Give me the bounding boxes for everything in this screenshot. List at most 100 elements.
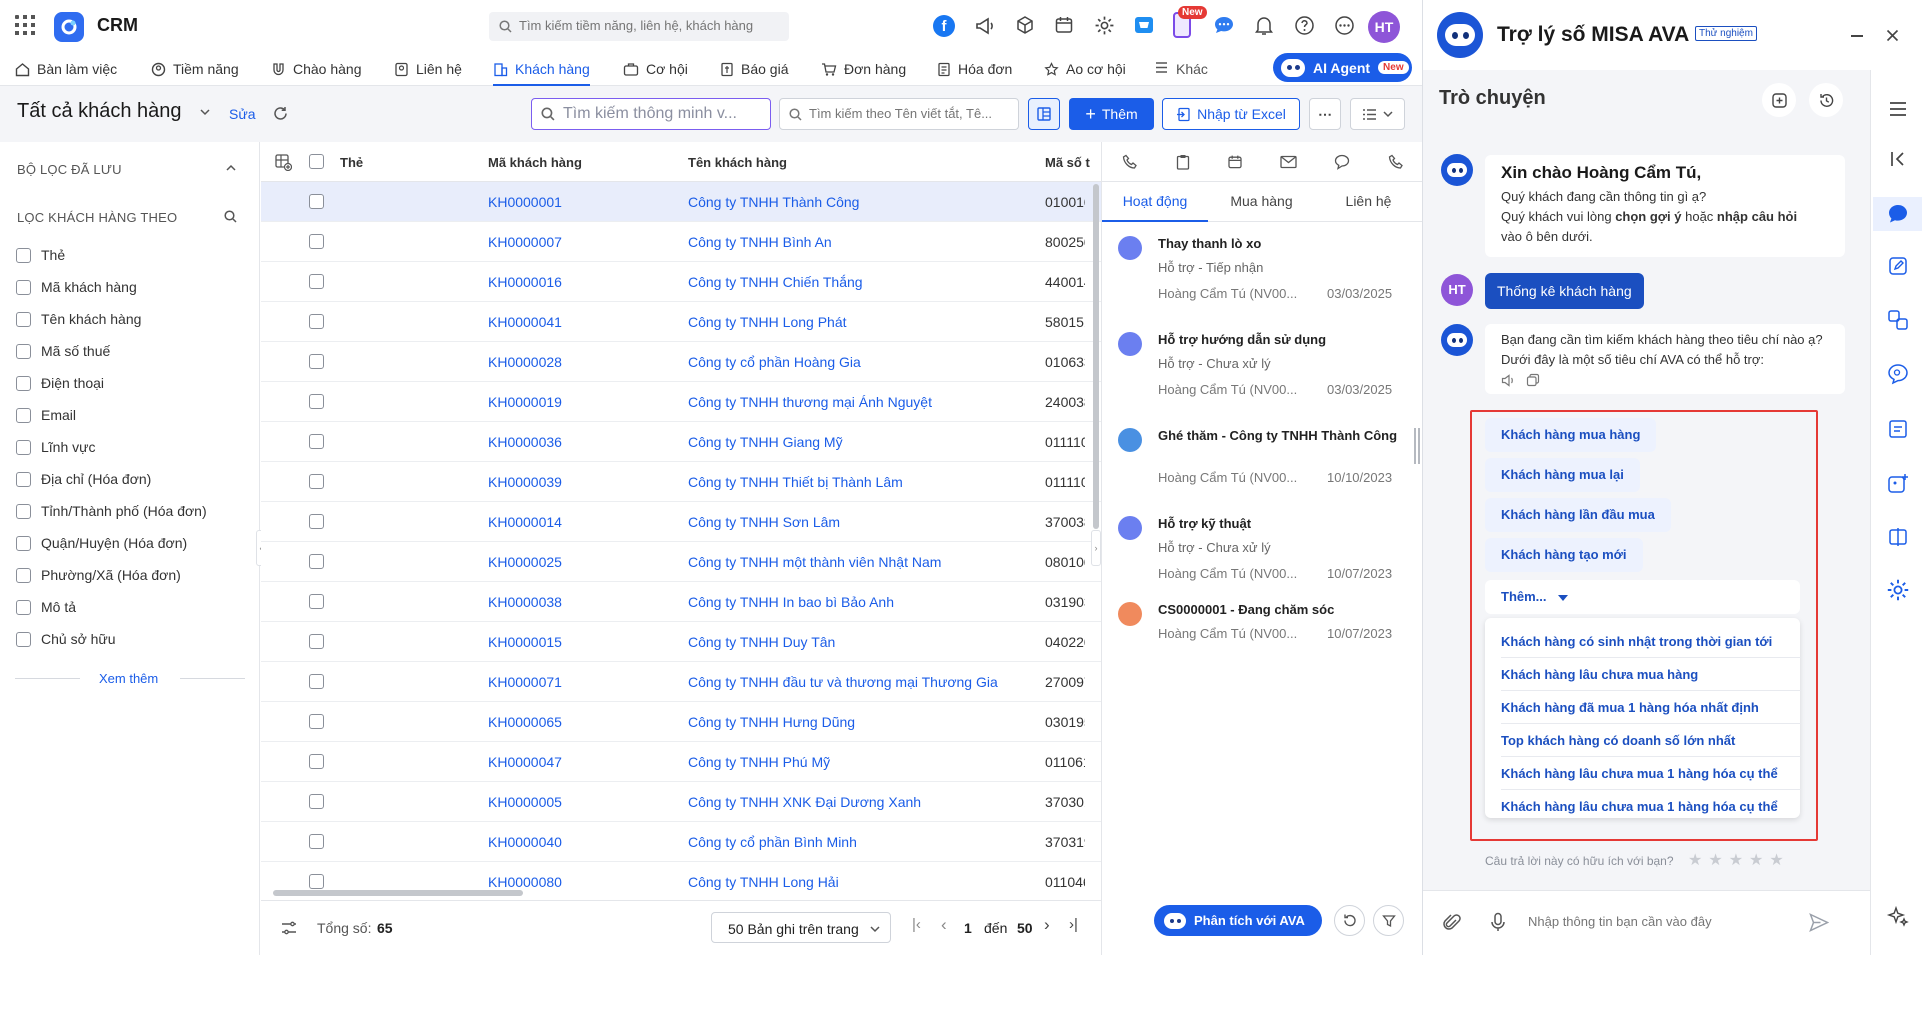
next-page-icon[interactable]: › [1044, 915, 1050, 935]
table-row[interactable]: KH0000047 Công ty TNHH Phú Mỹ 011061 [261, 742, 1101, 782]
customer-code[interactable]: KH0000065 [488, 714, 562, 730]
global-search-input[interactable] [519, 18, 779, 33]
table-row[interactable]: KH0000080 Công ty TNHH Long Hải 011046 [261, 862, 1101, 902]
history-button[interactable] [1334, 905, 1365, 936]
view-toggle-button[interactable] [1028, 98, 1060, 130]
chat-history-button[interactable] [1809, 83, 1843, 117]
filter-more[interactable]: Xem thêm [15, 671, 245, 686]
search-icon[interactable] [224, 210, 237, 223]
filter-checkbox[interactable] [16, 343, 31, 359]
chat-bubble-icon[interactable] [1213, 15, 1235, 35]
view-title[interactable]: Tất cả khách hàng [17, 100, 182, 123]
header-tag[interactable]: Thẻ [340, 155, 363, 170]
filter-option[interactable]: Mã khách hàng [16, 278, 137, 296]
global-search[interactable] [489, 12, 789, 41]
nav-more[interactable]: Khác [1154, 52, 1208, 86]
customer-name[interactable]: Công ty TNHH Sơn Lâm [688, 514, 1033, 530]
panel-resize-handle[interactable] [1414, 428, 1420, 464]
document-icon[interactable] [1886, 417, 1910, 441]
table-row[interactable]: KH0000071 Công ty TNHH đầu tư và thương m… [261, 662, 1101, 702]
table-row[interactable]: KH0000007 Công ty TNHH Bình An 800250 [261, 222, 1101, 262]
nav-offers[interactable]: Chào hàng [271, 52, 362, 86]
row-checkbox[interactable] [309, 314, 324, 329]
smart-search-box[interactable]: Tìm kiếm thông minh v... [531, 98, 771, 130]
customer-code[interactable]: KH0000040 [488, 834, 562, 850]
prev-page-icon[interactable]: ‹ [941, 915, 947, 935]
filter-option[interactable]: Mô tả [16, 598, 76, 616]
new-chat-button[interactable] [1762, 83, 1796, 117]
table-row[interactable]: KH0000040 Công ty cổ phần Bình Minh 370319 [261, 822, 1101, 862]
user-avatar[interactable]: HT [1368, 11, 1400, 43]
speaker-icon[interactable] [1501, 374, 1516, 387]
customer-code[interactable]: KH0000039 [488, 474, 562, 490]
hamburger-menu-icon[interactable] [1886, 97, 1910, 121]
translate-icon[interactable] [1886, 308, 1910, 332]
row-checkbox[interactable] [309, 634, 324, 649]
table-row[interactable]: KH0000019 Công ty TNHH thương mại Ánh Ngu… [261, 382, 1101, 422]
table-row[interactable]: KH0000016 Công ty TNHH Chiến Thắng 440014 [261, 262, 1101, 302]
activity-title[interactable]: Ghé thăm - Công ty TNHH Thành Công [1158, 426, 1408, 446]
nav-invoices[interactable]: Hóa đơn [937, 52, 1012, 86]
customer-name[interactable]: Công ty TNHH In bao bì Bảo Anh [688, 594, 1033, 610]
chevron-down-icon[interactable] [200, 108, 210, 116]
customer-code[interactable]: KH0000036 [488, 434, 562, 450]
customer-code[interactable]: KH0000001 [488, 194, 562, 210]
add-image-icon[interactable] [1886, 472, 1910, 496]
edit-view-link[interactable]: Sửa [229, 106, 256, 122]
chat-icon[interactable] [1886, 202, 1910, 226]
filter-option[interactable]: Tỉnh/Thành phố (Hóa đơn) [16, 502, 207, 520]
calendar-icon[interactable] [1227, 154, 1243, 170]
table-row[interactable]: KH0000039 Công ty TNHH Thiết bị Thành Lâm… [261, 462, 1101, 502]
nav-opportunities[interactable]: Cơ hội [623, 52, 688, 86]
comment-icon[interactable] [1334, 154, 1350, 170]
customer-code[interactable]: KH0000015 [488, 634, 562, 650]
clipboard-icon[interactable] [1176, 154, 1190, 170]
filter-checkbox[interactable] [16, 503, 31, 519]
customer-name[interactable]: Công ty TNHH đầu tư và thương mại Thương… [688, 674, 1033, 690]
more-dots-circle-icon[interactable] [1334, 15, 1355, 36]
row-checkbox[interactable] [309, 874, 324, 889]
chevron-up-icon[interactable] [226, 164, 236, 172]
activity-title[interactable]: CS0000001 - Đang chăm sóc [1158, 600, 1408, 620]
call-out-icon[interactable] [1388, 154, 1404, 170]
filter-checkbox[interactable] [16, 471, 31, 487]
filter-checkbox[interactable] [16, 311, 31, 327]
facebook-icon[interactable]: f [933, 15, 955, 37]
copy-icon[interactable] [1526, 373, 1540, 387]
tab-contacts[interactable]: Liên hệ [1315, 182, 1422, 222]
customer-name[interactable]: Công ty TNHH Thành Công [688, 194, 1033, 210]
row-checkbox[interactable] [309, 194, 324, 209]
first-page-icon[interactable]: |‹ [912, 916, 921, 933]
row-checkbox[interactable] [309, 514, 324, 529]
customer-name[interactable]: Công ty TNHH Thiết bị Thành Lâm [688, 474, 1033, 490]
filter-checkbox[interactable] [16, 439, 31, 455]
filter-option[interactable]: Phường/Xã (Hóa đơn) [16, 566, 181, 584]
customer-code[interactable]: KH0000005 [488, 794, 562, 810]
add-column-icon[interactable] [274, 153, 292, 171]
nav-quotes[interactable]: Báo giá [720, 52, 788, 86]
customer-code[interactable]: KH0000041 [488, 314, 562, 330]
activity-title[interactable]: Thay thanh lò xo [1158, 234, 1408, 254]
nav-customers[interactable]: Khách hàng [493, 52, 590, 86]
rating-stars[interactable]: ★★★★★ [1688, 850, 1790, 870]
help-icon[interactable] [1294, 15, 1315, 36]
customer-name[interactable]: Công ty TNHH một thành viên Nhật Nam [688, 554, 1033, 570]
filter-option[interactable]: Tên khách hàng [16, 310, 141, 328]
nav-desk[interactable]: Bàn làm việc [15, 52, 117, 86]
table-row[interactable]: KH0000028 Công ty cổ phần Hoàng Gia 010633 [261, 342, 1101, 382]
settings-gear-icon[interactable] [1886, 578, 1910, 602]
customer-code[interactable]: KH0000047 [488, 754, 562, 770]
ai-agent-button[interactable]: AI Agent New [1273, 53, 1412, 82]
customer-name[interactable]: Công ty TNHH Phú Mỹ [688, 754, 1033, 770]
compare-icon[interactable] [1886, 525, 1910, 549]
sparkle-icon[interactable] [1886, 905, 1910, 929]
analyze-with-ava-button[interactable]: Phân tích với AVA [1154, 905, 1322, 936]
customer-name[interactable]: Công ty TNHH Long Phát [688, 314, 1033, 330]
per-page-select[interactable]: 50 Bản ghi trên trang [711, 912, 891, 943]
row-checkbox[interactable] [309, 354, 324, 369]
table-row[interactable]: KH0000065 Công ty TNHH Hưng Dũng 030195 [261, 702, 1101, 742]
table-row[interactable]: KH0000001 Công ty TNHH Thành Công 010010 [261, 182, 1101, 222]
customer-name[interactable]: Công ty TNHH Chiến Thắng [688, 274, 1033, 290]
row-checkbox[interactable] [309, 794, 324, 809]
saved-filters-label[interactable]: Bộ lọc đã lưu [17, 162, 122, 177]
